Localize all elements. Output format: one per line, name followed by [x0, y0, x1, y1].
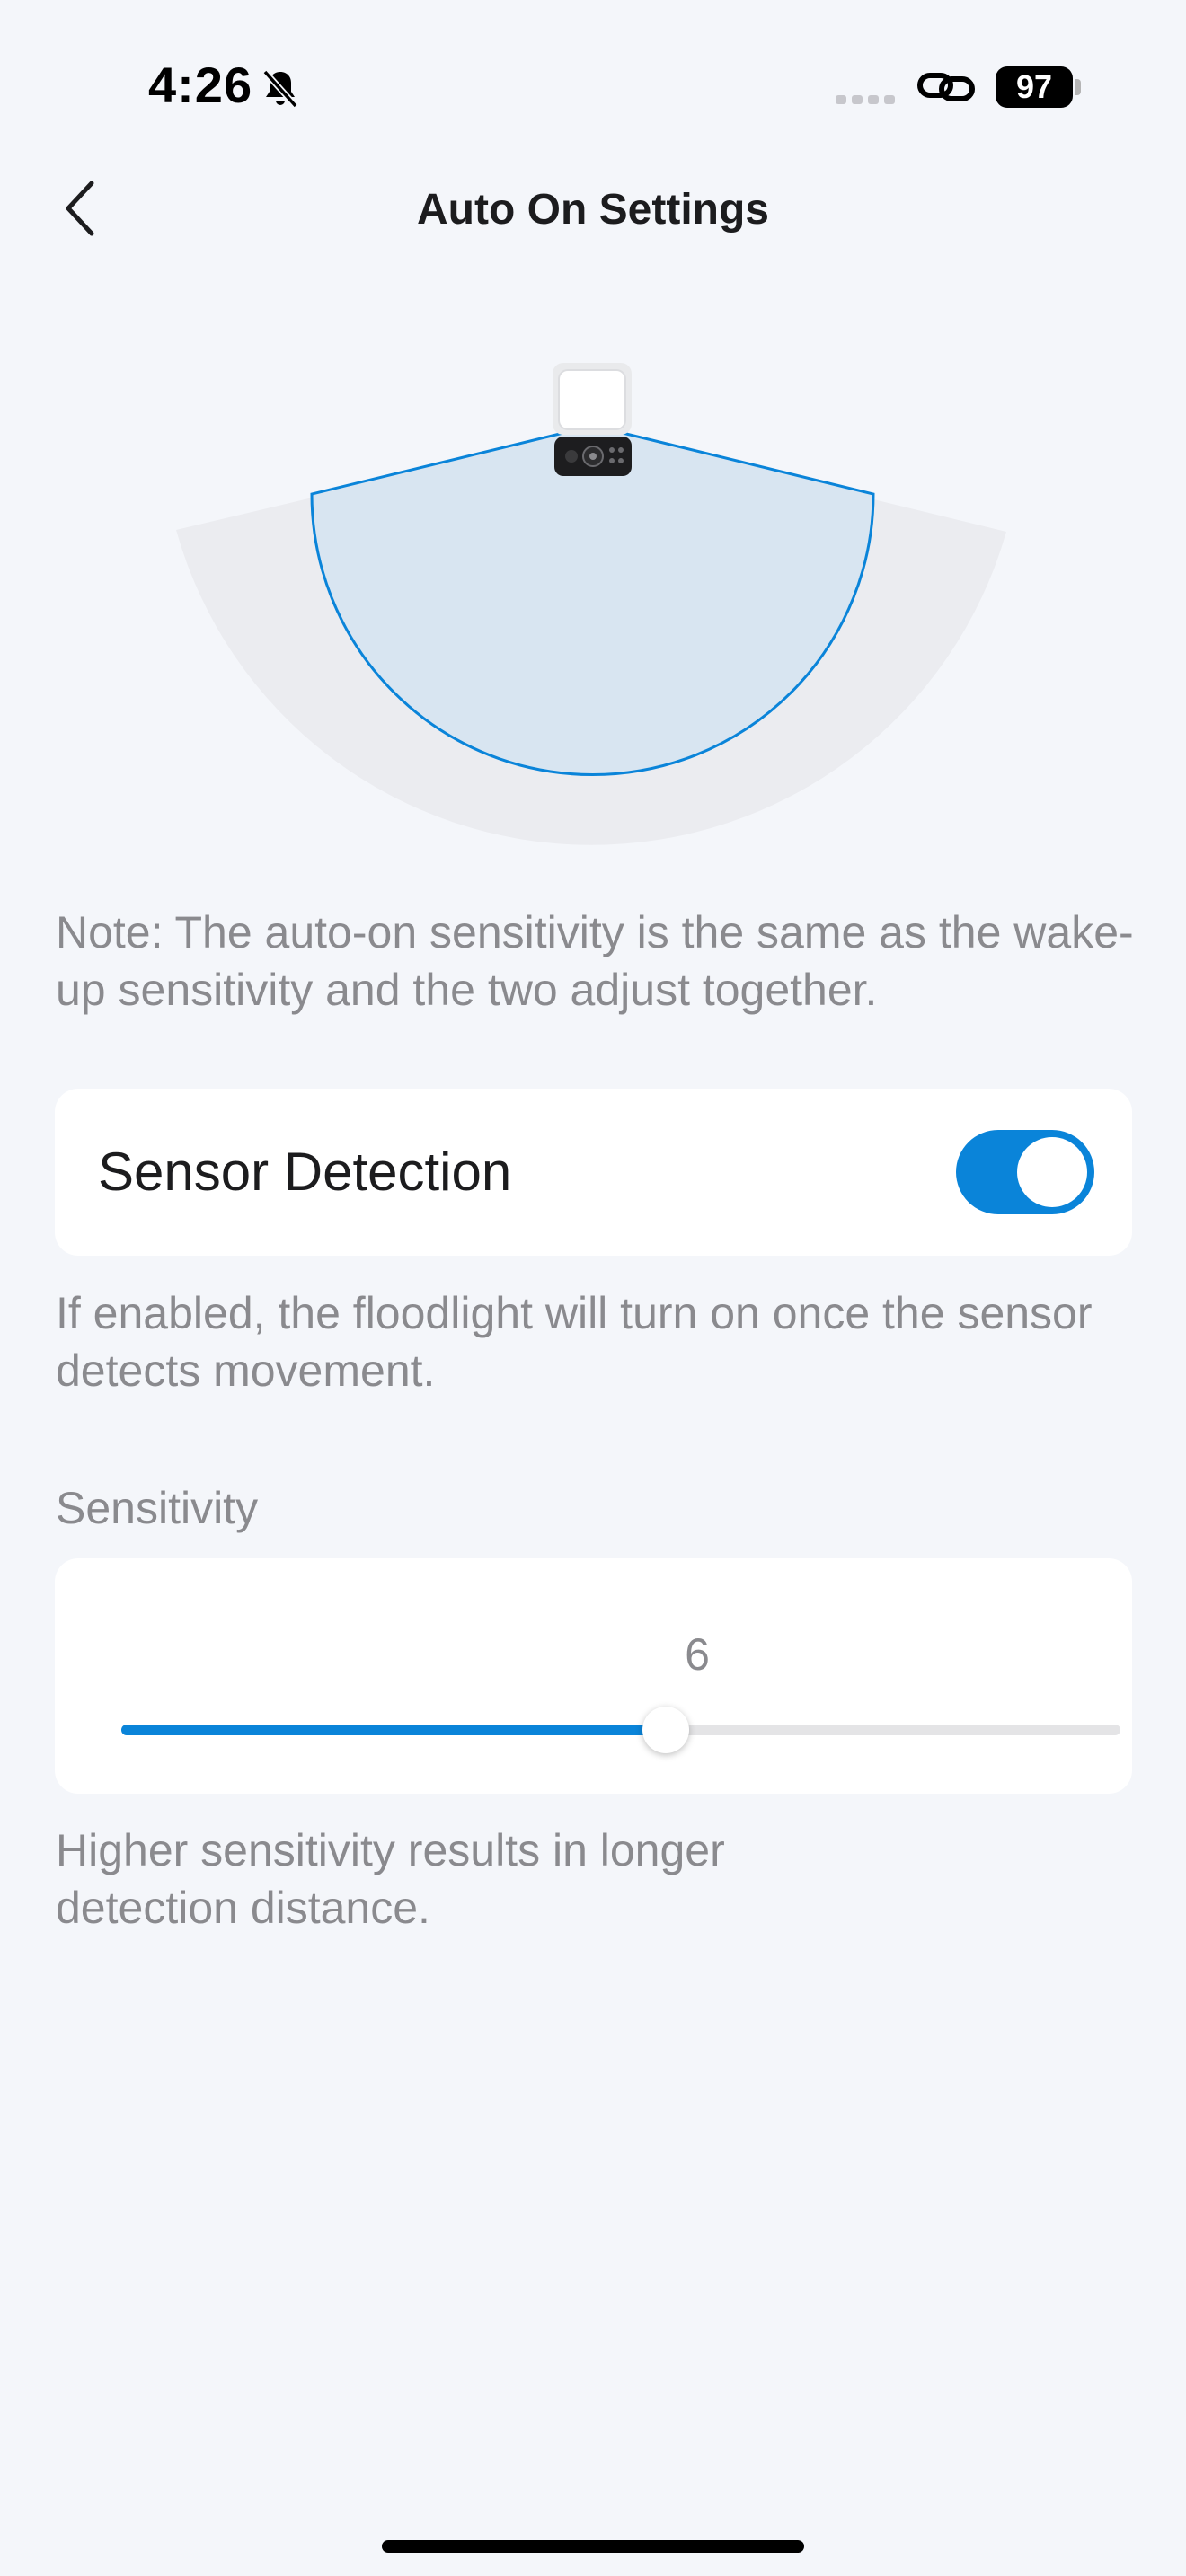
- bell-off-icon: [262, 69, 298, 109]
- detection-range-illustration: [176, 363, 1006, 845]
- sensitivity-value: 6: [685, 1629, 710, 1680]
- sensitivity-note: Note: The auto-on sensitivity is the sam…: [56, 907, 1134, 1015]
- battery-tip: [1075, 79, 1081, 95]
- signal-icon: [836, 95, 895, 104]
- auto-on-settings-screen: 4:26 97 Auto On Settings Note: The auto-…: [0, 0, 1186, 2576]
- sensor-detection-label: Sensor Detection: [98, 1142, 512, 1202]
- status-time: 4:26: [148, 57, 253, 113]
- camera-floodlight-icon: [553, 363, 632, 476]
- page-title: Auto On Settings: [417, 186, 769, 234]
- sensitivity-slider-fill: [121, 1725, 667, 1735]
- sensitivity-slider-thumb[interactable]: [642, 1707, 690, 1753]
- battery-icon: 97: [996, 66, 1073, 108]
- sensitivity-slider-track[interactable]: [121, 1725, 1120, 1735]
- sensitivity-description: Higher sensitivity results in longer det…: [56, 1825, 725, 1933]
- sensor-detection-description: If enabled, the floodlight will turn on …: [56, 1288, 1093, 1396]
- link-icon: [917, 73, 975, 101]
- home-indicator[interactable]: [382, 2540, 804, 2553]
- status-bar: 4:26 97: [0, 0, 1186, 171]
- sensitivity-section-label: Sensitivity: [56, 1483, 259, 1533]
- sensitivity-card: 6: [55, 1558, 1132, 1794]
- toggle-knob: [1017, 1137, 1087, 1207]
- sensor-detection-card: Sensor Detection: [55, 1089, 1132, 1256]
- sensor-detection-toggle[interactable]: [956, 1130, 1094, 1214]
